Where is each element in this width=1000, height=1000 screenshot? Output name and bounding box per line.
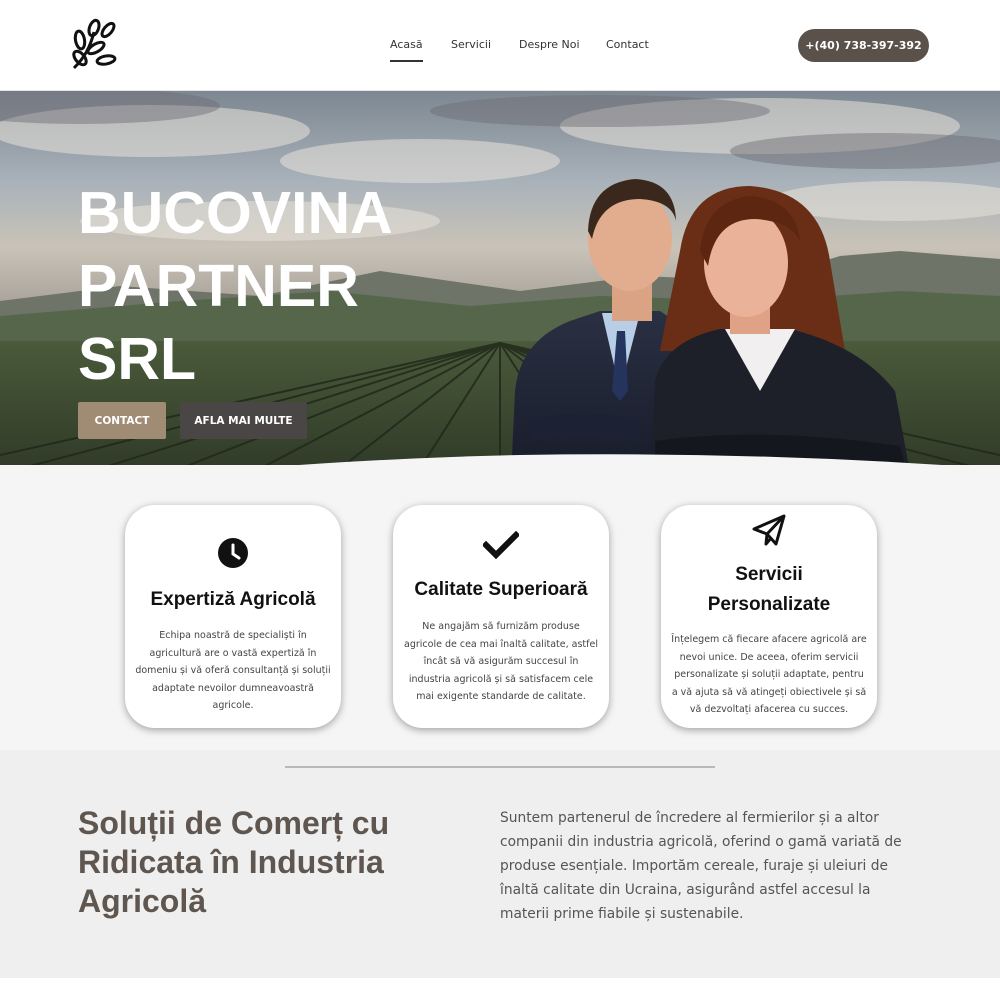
paper-plane-icon [661, 513, 877, 547]
feature-title: Expertiză Agricolă [150, 589, 316, 610]
hero-section: BUCOVINA PARTNER SRL CONTACT AFLA MAI MU… [0, 91, 1000, 500]
nav-item-despre-noi[interactable]: Despre Noi [519, 38, 580, 51]
feature-card-calitate: Calitate Superioară Ne angajăm să furniz… [393, 505, 609, 728]
nav-item-label: Acasă [390, 38, 423, 51]
hero-title: BUCOVINA PARTNER SRL [78, 177, 438, 396]
section-divider [285, 766, 715, 768]
feature-description: Înțelegem că fiecare afacere agricolă ar… [671, 634, 867, 715]
hero-title-line: SRL [78, 326, 196, 392]
clock-icon [125, 537, 341, 569]
nav-item-contact[interactable]: Contact [606, 38, 649, 51]
feature-card-expertiza: Expertiză Agricolă Echipa noastră de spe… [125, 505, 341, 728]
about-text: Suntem partenerul de încredere al fermie… [500, 810, 902, 922]
feature-title: Servicii Personalizate [707, 564, 831, 615]
feature-title: Calitate Superioară [414, 579, 588, 600]
feature-card-servicii: Servicii Personalizate Înțelegem că fiec… [661, 505, 877, 728]
about-title: Soluții de Comerț cu Ridicata în Industr… [78, 805, 390, 919]
contact-button[interactable]: CONTACT [78, 402, 166, 439]
learn-more-button[interactable]: AFLA MAI MULTE [180, 402, 307, 439]
feature-description: Echipa noastră de specialiști în agricul… [135, 630, 331, 711]
hero-title-line: BUCOVINA [78, 180, 393, 246]
nav-item-acasa[interactable]: Acasă [390, 38, 423, 62]
nav-item-servicii[interactable]: Servicii [451, 38, 491, 51]
checkmark-icon [393, 531, 609, 559]
active-nav-underline [390, 60, 423, 62]
site-header: Acasă Servicii Despre Noi Contact +(40) … [0, 0, 1000, 91]
leaf-logo-icon[interactable] [70, 18, 124, 72]
feature-description: Ne angajăm să furnizăm produse agricole … [404, 621, 598, 702]
hero-title-line: PARTNER [78, 253, 359, 319]
phone-button[interactable]: +(40) 738-397-392 [798, 29, 929, 62]
